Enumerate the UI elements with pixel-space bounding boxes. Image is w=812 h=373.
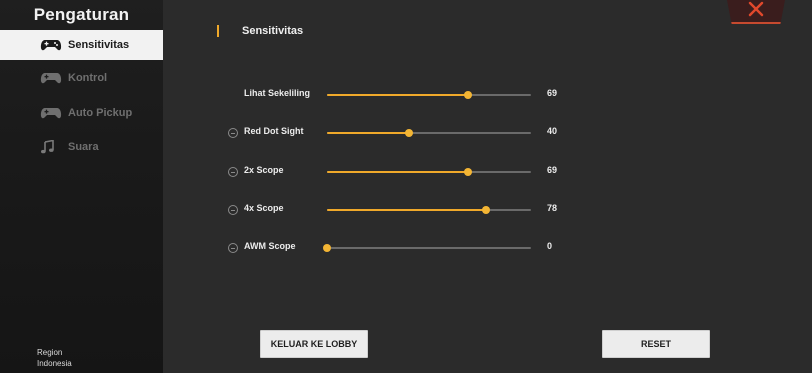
slider-track[interactable]	[327, 168, 531, 176]
slider-track[interactable]	[327, 91, 531, 99]
slider-fill	[327, 94, 468, 96]
close-icon	[748, 1, 764, 22]
slider-thumb[interactable]	[463, 168, 472, 176]
slider-label: 2x Scope	[244, 165, 284, 175]
slider-fill	[327, 132, 409, 134]
slider-thumb[interactable]	[404, 129, 413, 137]
slider-track[interactable]	[323, 244, 531, 252]
minus-circle-icon	[228, 167, 238, 177]
slider-row-lihat-sekeliling: Lihat Sekeliling 69	[0, 86, 812, 106]
minus-circle-icon	[228, 243, 238, 253]
sidebar-item-label: Kontrol	[68, 72, 108, 84]
sidebar-item-label: Sensitivitas	[68, 39, 130, 51]
slider-value: 69	[547, 165, 558, 175]
gamepad-icon	[40, 37, 62, 53]
slider-fill	[327, 171, 468, 173]
slider-value: 0	[547, 241, 553, 251]
region-info: Region Indonesia	[37, 347, 72, 369]
sidebar-item-sensitivitas[interactable]: Sensitivitas	[0, 30, 163, 60]
sidebar-title: Pengaturan	[33, 5, 130, 24]
gamepad-icon	[40, 105, 62, 121]
slider-row-red-dot-sight: Red Dot Sight 40	[0, 124, 812, 144]
minus-circle-icon	[228, 205, 238, 215]
slider-fill	[327, 209, 487, 211]
slider-row-4x-scope: 4x Scope 78	[0, 201, 812, 221]
section-title: Sensitivitas	[242, 25, 304, 37]
slider-label: Lihat Sekeliling	[244, 88, 311, 98]
exit-to-lobby-button[interactable]: KELUAR KE LOBBY	[260, 330, 368, 358]
slider-label: Red Dot Sight	[244, 126, 304, 136]
slider-value: 40	[547, 126, 558, 136]
slider-thumb[interactable]	[463, 91, 472, 99]
reset-button[interactable]: RESET	[602, 330, 710, 358]
close-button[interactable]	[727, 0, 785, 24]
region-label: Region	[37, 348, 63, 357]
minus-circle-icon	[228, 128, 238, 138]
slider-value: 78	[547, 203, 558, 213]
slider-label: AWM Scope	[244, 241, 296, 251]
slider-thumb[interactable]	[323, 244, 331, 252]
slider-track[interactable]	[327, 206, 531, 214]
sidebar: Pengaturan Sensitivitas Kontrol Auto Pic…	[0, 0, 163, 373]
section-header: Sensitivitas	[217, 23, 303, 39]
sidebar-item-label: Auto Pickup	[68, 107, 133, 119]
slider-value: 69	[547, 88, 558, 98]
section-accent-bar	[217, 25, 219, 37]
slider-label: 4x Scope	[244, 203, 284, 213]
slider-thumb[interactable]	[482, 206, 491, 214]
slider-track[interactable]	[327, 129, 531, 137]
region-value: Indonesia	[37, 359, 72, 368]
gamepad-icon	[40, 70, 62, 86]
slider-row-awm-scope: AWM Scope 0	[0, 239, 812, 259]
slider-row-2x-scope: 2x Scope 69	[0, 163, 812, 183]
